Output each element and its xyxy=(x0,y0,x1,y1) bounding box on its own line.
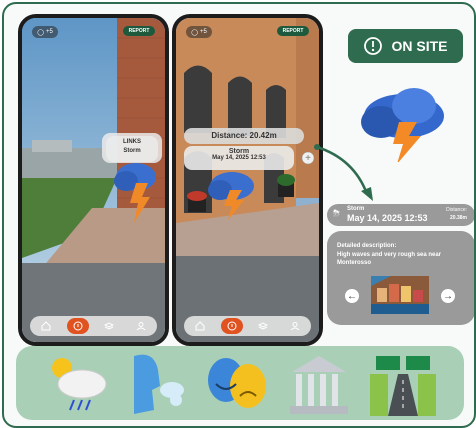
badge-count: +5 xyxy=(45,29,53,35)
wind-face-icon[interactable] xyxy=(124,350,184,420)
layers-icon xyxy=(104,322,115,330)
top-bar: ◯ +5 REPORT xyxy=(182,26,313,40)
alert-icon xyxy=(227,321,237,331)
ar-tag-line1: LINKS xyxy=(123,139,141,145)
tab-home[interactable] xyxy=(189,318,211,334)
report-button[interactable]: REPORT xyxy=(123,26,155,36)
app-showcase-frame: LINKS Storm ◯ +5 REPORT Distance: 20.42m… xyxy=(2,2,476,428)
road-icon[interactable] xyxy=(368,350,438,420)
weather-icon: ⛈ xyxy=(333,208,341,218)
alert-title: Storm xyxy=(347,206,365,212)
tab-layers[interactable] xyxy=(98,318,120,334)
location-photo xyxy=(371,276,429,314)
phone-screen-1: LINKS Storm ◯ +5 REPORT xyxy=(18,14,169,346)
ar-storm-tag[interactable]: LINKS Storm xyxy=(106,136,158,162)
tab-home[interactable] xyxy=(35,318,57,334)
museum-icon[interactable] xyxy=(284,350,354,420)
arrow-right-icon: → xyxy=(443,290,453,302)
notifications-badge[interactable]: ◯ +5 xyxy=(32,26,58,38)
profile-icon xyxy=(290,322,300,331)
tab-alerts[interactable] xyxy=(66,318,89,334)
detail-card: Detailed description: High waves and ver… xyxy=(327,231,474,325)
distance-label: Distance: xyxy=(446,207,467,213)
profile-icon xyxy=(136,322,146,331)
tab-alerts[interactable] xyxy=(220,318,243,334)
tab-layers[interactable] xyxy=(252,318,274,334)
storm-title: Storm xyxy=(228,148,250,155)
alert-icon xyxy=(364,37,383,55)
storm-date: May 14, 2025 12:53 xyxy=(212,155,266,161)
storm-ar-card[interactable]: Storm May 14, 2025 12:53 xyxy=(184,146,294,170)
home-icon xyxy=(41,321,51,331)
arrow-left-icon: ← xyxy=(347,290,357,302)
chat-icon: ◯ xyxy=(191,29,198,36)
next-photo-button[interactable]: → xyxy=(441,289,455,303)
category-strip xyxy=(16,346,464,420)
storm-icon[interactable] xyxy=(44,350,114,420)
on-site-label: ON SITE xyxy=(391,38,448,54)
layers-icon xyxy=(258,322,269,330)
camera-view: Distance: 20.42m Storm May 14, 2025 12:5… xyxy=(176,18,319,342)
detail-text: High waves and very rough sea near Monte… xyxy=(337,252,442,266)
alert-date: May 14, 2025 12:53 xyxy=(347,213,428,223)
top-bar: ◯ +5 REPORT xyxy=(28,26,159,40)
badge-count: +5 xyxy=(199,29,207,35)
phone-screen-2: Distance: 20.42m Storm May 14, 2025 12:5… xyxy=(172,14,323,346)
tab-bar xyxy=(30,316,157,336)
distance-label: Distance: 20.42m xyxy=(211,131,277,140)
camera-view: LINKS Storm xyxy=(22,18,165,342)
detail-heading: Detailed description: xyxy=(337,243,397,249)
theatre-masks-icon[interactable] xyxy=(202,350,272,420)
alert-icon xyxy=(73,321,83,331)
ar-tag-line2: Storm xyxy=(123,148,141,154)
on-site-button[interactable]: ON SITE xyxy=(348,29,463,63)
alert-summary[interactable]: ⛈ Storm May 14, 2025 12:53 Distance: 20.… xyxy=(327,204,474,226)
prev-photo-button[interactable]: ← xyxy=(345,289,359,303)
tab-bar xyxy=(184,316,311,336)
tab-profile[interactable] xyxy=(130,318,152,334)
storm-icon xyxy=(361,88,444,162)
tab-profile[interactable] xyxy=(284,318,306,334)
chat-icon: ◯ xyxy=(37,29,44,36)
report-button[interactable]: REPORT xyxy=(277,26,309,36)
distance-value: 20.38m xyxy=(450,215,467,221)
notifications-badge[interactable]: ◯ +5 xyxy=(186,26,212,38)
home-icon xyxy=(195,321,205,331)
